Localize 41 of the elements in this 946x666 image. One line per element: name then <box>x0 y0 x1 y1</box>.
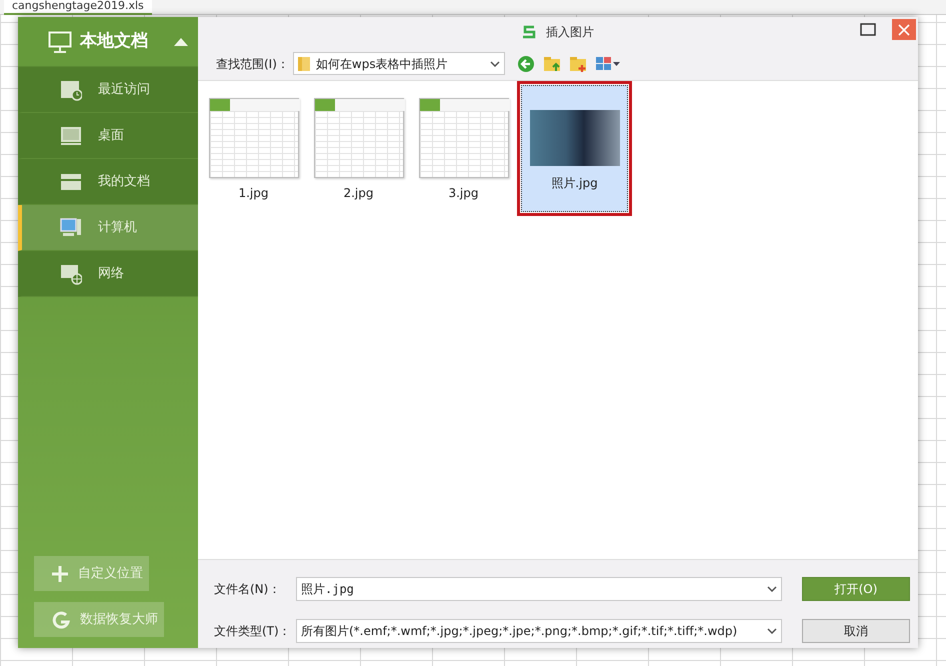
caret-icon <box>767 586 777 592</box>
grid-view-icon <box>594 54 621 72</box>
maximize-icon <box>860 23 876 36</box>
sidebar-item[interactable]: 最近访问 <box>18 67 198 113</box>
file-item[interactable]: 2.jpg <box>311 86 406 213</box>
plus-icon <box>52 566 68 582</box>
sidebar-item[interactable]: 我的文档 <box>18 159 198 205</box>
new-folder-button[interactable] <box>568 54 587 72</box>
sidebar-item[interactable]: 桌面 <box>18 113 198 159</box>
view-menu-button[interactable] <box>594 54 621 72</box>
caret-icon <box>490 60 500 66</box>
up-folder-button[interactable] <box>542 54 561 72</box>
file-type-dropdown[interactable]: 所有图片(*.emf;*.wmf;*.jpg;*.jpeg;*.jpe;*.png;*.bmp;*.gif;*.tif;*.tiff;*.wdp) <box>296 619 782 643</box>
caret-icon <box>767 628 777 634</box>
close-button[interactable] <box>892 19 916 40</box>
close-icon <box>898 24 910 36</box>
look-in-dropdown[interactable]: 如何在wps表格中插照片 <box>292 52 505 75</box>
sidebar-item[interactable]: 网络 <box>18 251 198 297</box>
monitor-icon <box>60 124 82 146</box>
folder-plus-icon <box>568 54 587 72</box>
look-in-label: 查找范围(I)： <box>216 56 289 72</box>
file-item[interactable]: 3.jpg <box>416 86 511 213</box>
monitor-icon <box>48 30 72 52</box>
back-button[interactable] <box>516 54 535 72</box>
network-monitor-icon <box>60 262 82 284</box>
file-name-dropdown[interactable]: 照片.jpg <box>296 577 782 601</box>
wps-logo-icon <box>522 25 536 39</box>
folder-icon <box>298 56 310 72</box>
recovery-icon <box>52 610 70 628</box>
computer-icon <box>60 216 82 238</box>
file-type-label: 文件类型(T)： <box>214 623 292 640</box>
collapse-caret-icon[interactable] <box>174 38 188 46</box>
maximize-button[interactable] <box>860 20 878 38</box>
folder-up-arrow-icon <box>542 54 561 72</box>
document-tab[interactable]: cangshengtage2019.xls <box>4 0 152 14</box>
clock-folder-icon <box>60 78 82 100</box>
dialog-title: 插入图片 <box>546 24 594 41</box>
file-name-label: 文件名(N)： <box>214 581 282 598</box>
file-item[interactable]: 1.jpg <box>206 86 301 213</box>
cancel-button[interactable]: 取消 <box>802 619 910 643</box>
sidebar-title: 本地文档 <box>80 30 149 53</box>
